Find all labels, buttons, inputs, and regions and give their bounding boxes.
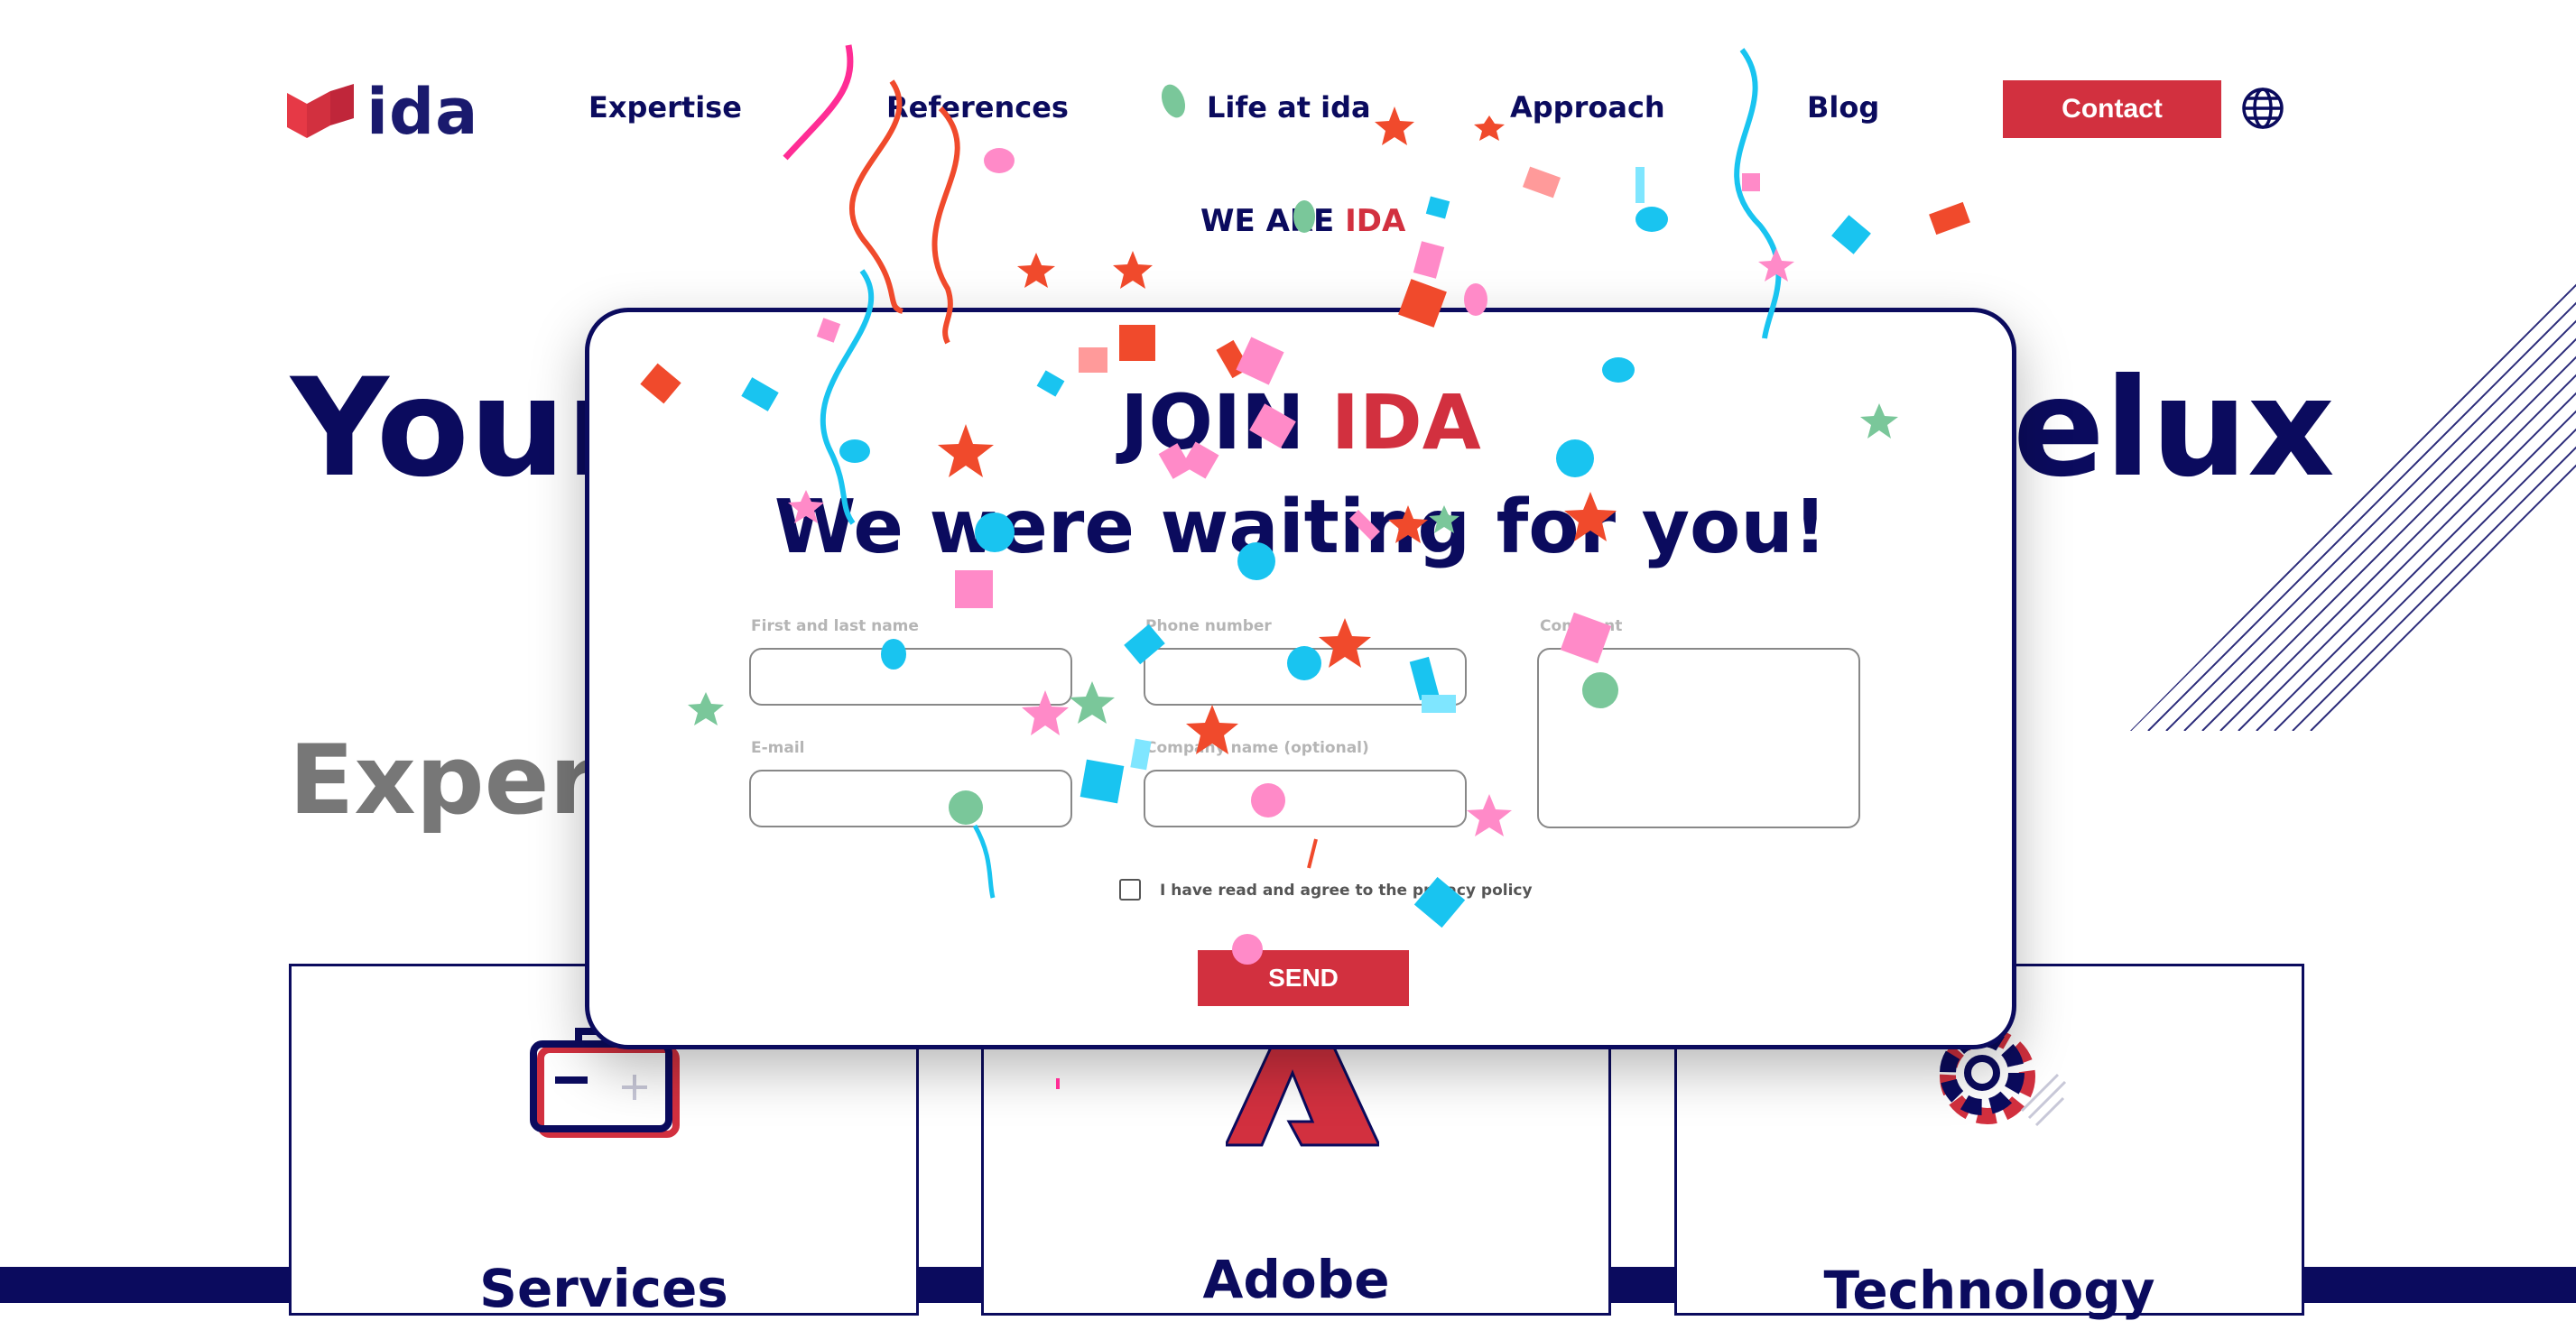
nav-life-at-ida[interactable]: Life at ida — [1207, 90, 1371, 125]
globe-icon[interactable] — [2241, 87, 2284, 130]
card-title-services: Services — [479, 1258, 728, 1319]
logo-mark-icon — [287, 84, 354, 140]
company-input[interactable] — [1144, 770, 1467, 827]
nav-expertise[interactable]: Expertise — [588, 90, 742, 125]
company-label: Company name (optional) — [1145, 739, 1369, 757]
modal-title: JOIN IDA — [589, 384, 2012, 460]
ida-logo[interactable]: ida — [287, 79, 477, 144]
privacy-consent-text[interactable]: I have read and agree to the privacy pol… — [1160, 882, 1533, 900]
modal-title-prefix: JOIN — [1120, 378, 1331, 467]
comment-label: Comment — [1540, 617, 1623, 635]
name-label: First and last name — [751, 617, 919, 635]
comment-input[interactable] — [1537, 648, 1860, 828]
contact-button[interactable]: Contact — [2003, 80, 2221, 138]
hero-headline-left: Your — [291, 350, 633, 507]
send-button[interactable]: SEND — [1198, 950, 1409, 1006]
logo-text: ida — [366, 75, 479, 149]
name-input[interactable] — [749, 648, 1072, 706]
phone-label: Phone number — [1145, 617, 1272, 635]
join-modal: JOIN IDA We were waiting for you! First … — [585, 308, 2016, 1049]
phone-input[interactable] — [1144, 648, 1467, 706]
card-title-technology: Technology — [1823, 1260, 2155, 1321]
nav-references[interactable]: References — [886, 90, 1069, 125]
tagline-accent: IDA — [1345, 203, 1406, 239]
email-input[interactable] — [749, 770, 1072, 827]
tagline: WE ARE IDA — [1200, 203, 1405, 239]
tagline-prefix: WE ARE — [1200, 203, 1346, 239]
nav-approach[interactable]: Approach — [1510, 90, 1665, 125]
privacy-checkbox[interactable] — [1119, 879, 1141, 901]
nav-blog[interactable]: Blog — [1807, 90, 1879, 125]
diagonal-stripes-decoration — [2130, 280, 2576, 731]
modal-subtitle: We were waiting for you! — [774, 485, 1828, 570]
modal-title-accent: IDA — [1330, 378, 1481, 467]
card-title-adobe: Adobe — [1202, 1249, 1390, 1310]
email-label: E-mail — [751, 739, 805, 757]
